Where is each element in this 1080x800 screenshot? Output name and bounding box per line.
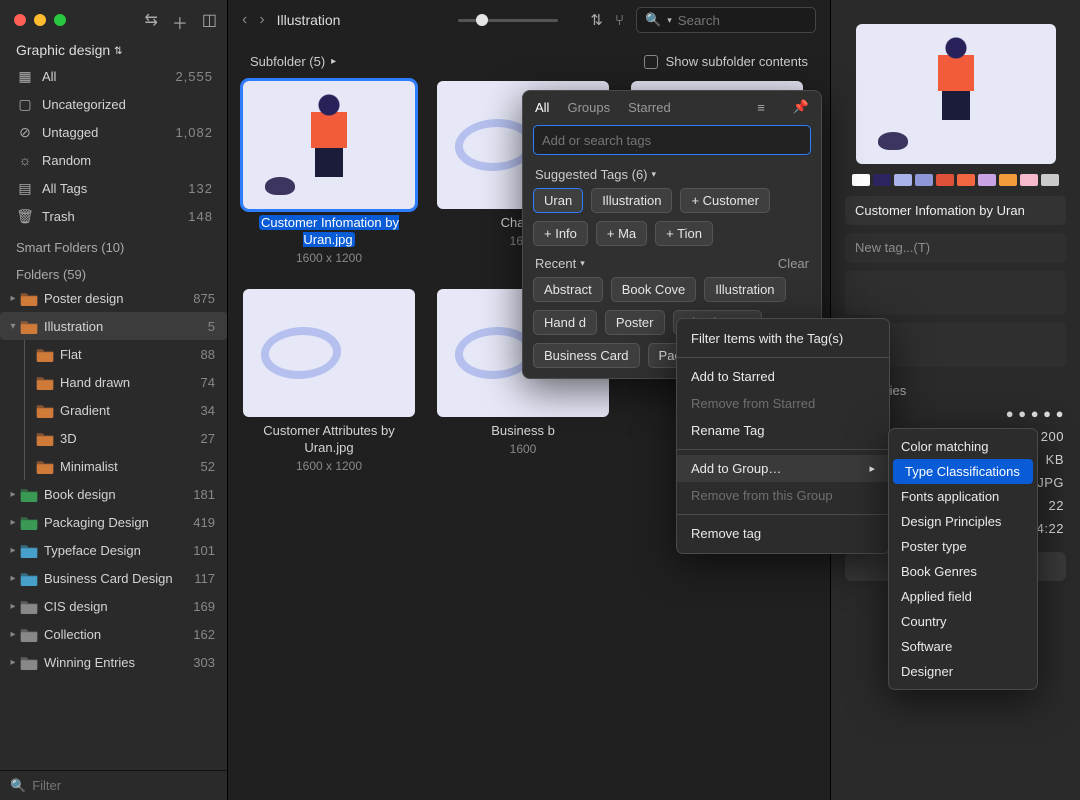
tag-tab-groups[interactable]: Groups xyxy=(567,100,610,115)
color-swatch[interactable] xyxy=(936,174,954,186)
minimize-window-button[interactable] xyxy=(34,14,46,26)
submenu-item[interactable]: Poster type xyxy=(889,534,1037,559)
clear-recent-button[interactable]: Clear xyxy=(778,256,809,271)
grid-icon: ▦ xyxy=(16,68,34,85)
tags-icon: ▤ xyxy=(16,180,34,197)
trash-icon: 🗑 xyxy=(16,208,34,225)
folder-flat[interactable]: Flat88 xyxy=(0,340,227,368)
url-field[interactable] xyxy=(845,271,1066,315)
submenu-item[interactable]: Software xyxy=(889,634,1037,659)
sidebar: ⇆ ＋ ◫ Graphic design ⇅ ▦ All2,555▢ Uncat… xyxy=(0,0,228,800)
thumbnail[interactable]: Customer Attributes by Uran.jpg 1600 x 1… xyxy=(238,289,420,473)
folder-business-card-design[interactable]: ▸ Business Card Design117 xyxy=(0,564,227,592)
recent-tags-header[interactable]: Recent xyxy=(535,256,576,271)
menu-filter-items[interactable]: Filter Items with the Tag(s) xyxy=(677,325,889,352)
color-swatches xyxy=(839,174,1072,186)
tag-tab-all[interactable]: All xyxy=(535,100,549,115)
tag-search-input[interactable] xyxy=(542,133,802,148)
sidebar-item-all-tags[interactable]: ▤ All Tags132 xyxy=(0,174,227,202)
thumbnail[interactable]: Customer Infomation by Uran.jpg 1600 x 1… xyxy=(238,81,420,265)
item-title[interactable]: Customer Infomation by Uran xyxy=(845,196,1066,225)
menu-rename-tag[interactable]: Rename Tag xyxy=(677,417,889,444)
folder-cis-design[interactable]: ▸ CIS design169 xyxy=(0,592,227,620)
tag-suggested[interactable]: Illustration xyxy=(591,188,672,213)
tag-recent[interactable]: Illustration xyxy=(704,277,785,302)
submenu-item[interactable]: Country xyxy=(889,609,1037,634)
folder-typeface-design[interactable]: ▸ Typeface Design101 xyxy=(0,536,227,564)
tag-recent[interactable]: Business Card xyxy=(533,343,640,368)
sidebar-item-uncategorized[interactable]: ▢ Uncategorized xyxy=(0,90,227,118)
tagx-icon: ⊘ xyxy=(16,124,34,141)
tag-suggested[interactable]: + Customer xyxy=(680,188,770,213)
submenu-item[interactable]: Color matching xyxy=(889,434,1037,459)
folder-hand-drawn[interactable]: Hand drawn74 xyxy=(0,368,227,396)
smart-folders-header[interactable]: Smart Folders (10) xyxy=(0,230,227,257)
bulb-icon: ☼ xyxy=(16,152,34,168)
folder-3d[interactable]: 3D27 xyxy=(0,424,227,452)
folder-packaging-design[interactable]: ▸ Packaging Design419 xyxy=(0,508,227,536)
chevron-right-icon: ▸ xyxy=(331,56,336,67)
menu-add-to-group[interactable]: Add to Group…▸ xyxy=(677,455,889,482)
tag-recent[interactable]: Abstract xyxy=(533,277,603,302)
submenu-item[interactable]: Design Principles xyxy=(889,509,1037,534)
group-submenu: Color matchingType ClassificationsFonts … xyxy=(888,428,1038,690)
tag-context-menu: Filter Items with the Tag(s) Add to Star… xyxy=(676,318,890,554)
tag-recent[interactable]: Book Cove xyxy=(611,277,697,302)
submenu-item[interactable]: Applied field xyxy=(889,584,1037,609)
menu-remove-starred: Remove from Starred xyxy=(677,390,889,417)
sidebar-filter[interactable]: 🔍 xyxy=(0,770,227,800)
show-subfolder-label: Show subfolder contents xyxy=(666,54,808,69)
color-swatch[interactable] xyxy=(894,174,912,186)
preview-image xyxy=(856,24,1056,164)
chevron-updown-icon: ⇅ xyxy=(114,46,122,57)
folder-illustration[interactable]: ▾ Illustration5 xyxy=(0,312,227,340)
folders-header[interactable]: Folders (59) xyxy=(0,257,227,284)
tag-tab-starred[interactable]: Starred xyxy=(628,100,671,115)
tag-suggested[interactable]: + Tion xyxy=(655,221,713,246)
color-swatch[interactable] xyxy=(999,174,1017,186)
folder-poster-design[interactable]: ▸ Poster design875 xyxy=(0,284,227,312)
subfolder-toggle[interactable]: Subfolder (5) ▸ xyxy=(250,54,336,69)
folder-minimalist[interactable]: Minimalist52 xyxy=(0,452,227,480)
menu-remove-from-group: Remove from this Group xyxy=(677,482,889,509)
submenu-item[interactable]: Type Classifications xyxy=(893,459,1033,484)
tag-sort-icon[interactable]: ≡ xyxy=(757,100,765,115)
close-window-button[interactable] xyxy=(14,14,26,26)
color-swatch[interactable] xyxy=(978,174,996,186)
color-swatch[interactable] xyxy=(1041,174,1059,186)
folder-winning-entries[interactable]: ▸ Winning Entries303 xyxy=(0,648,227,676)
sidebar-item-untagged[interactable]: ⊘ Untagged1,082 xyxy=(0,118,227,146)
color-swatch[interactable] xyxy=(852,174,870,186)
submenu-item[interactable]: Designer xyxy=(889,659,1037,684)
new-tag-field[interactable]: New tag...(T) xyxy=(845,233,1066,263)
folder-gradient[interactable]: Gradient34 xyxy=(0,396,227,424)
folder-book-design[interactable]: ▸ Book design181 xyxy=(0,480,227,508)
sidebar-item-trash[interactable]: 🗑 Trash148 xyxy=(0,202,227,230)
tag-suggested[interactable]: Uran xyxy=(533,188,583,213)
submenu-item[interactable]: Fonts application xyxy=(889,484,1037,509)
menu-add-starred[interactable]: Add to Starred xyxy=(677,363,889,390)
tag-suggested[interactable]: + Ma xyxy=(596,221,647,246)
color-swatch[interactable] xyxy=(873,174,891,186)
color-swatch[interactable] xyxy=(915,174,933,186)
menu-remove-tag[interactable]: Remove tag xyxy=(677,520,889,547)
titlebar xyxy=(0,0,1080,40)
show-subfolder-checkbox[interactable] xyxy=(644,55,658,69)
zoom-window-button[interactable] xyxy=(54,14,66,26)
suggested-tags-header[interactable]: Suggested Tags (6) xyxy=(535,167,648,182)
box-icon: ▢ xyxy=(16,96,34,113)
submenu-item[interactable]: Book Genres xyxy=(889,559,1037,584)
search-icon: 🔍 xyxy=(10,778,26,794)
folder-collection[interactable]: ▸ Collection162 xyxy=(0,620,227,648)
sidebar-item-random[interactable]: ☼ Random xyxy=(0,146,227,174)
tag-suggested[interactable]: + Info xyxy=(533,221,588,246)
sidebar-filter-input[interactable] xyxy=(32,778,217,793)
tag-pin-icon[interactable]: 📌 xyxy=(793,99,809,115)
rating-stars[interactable]: ● ● ● ● ● xyxy=(1006,406,1064,421)
color-swatch[interactable] xyxy=(957,174,975,186)
tag-recent[interactable]: Poster xyxy=(605,310,665,335)
sidebar-item-all[interactable]: ▦ All2,555 xyxy=(0,62,227,90)
tag-recent[interactable]: Hand d xyxy=(533,310,597,335)
color-swatch[interactable] xyxy=(1020,174,1038,186)
